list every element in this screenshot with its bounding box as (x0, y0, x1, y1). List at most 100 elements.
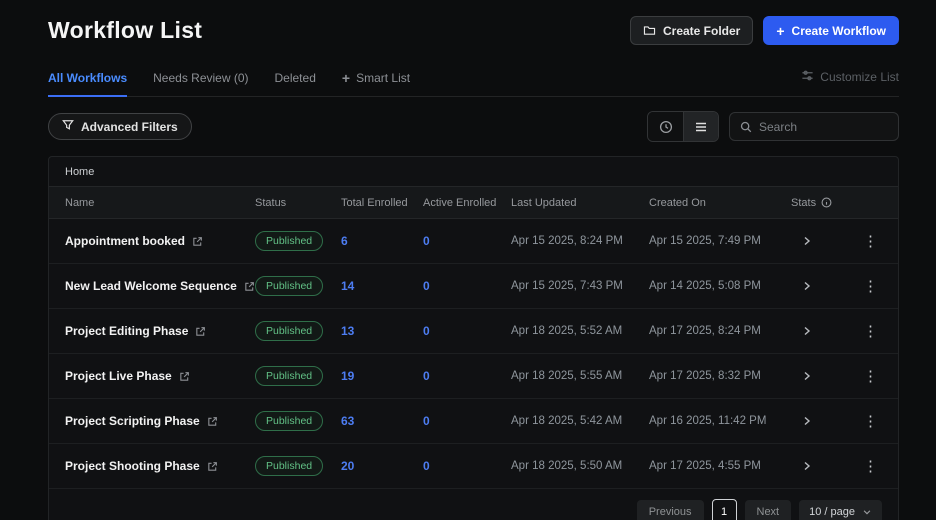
external-link-icon (207, 416, 218, 427)
total-enrolled-link[interactable]: 14 (341, 279, 423, 293)
workflow-name-link[interactable]: New Lead Welcome Sequence (65, 279, 255, 293)
active-enrolled-link[interactable]: 0 (423, 279, 511, 293)
stats-expand-button[interactable] (791, 415, 813, 427)
workflow-list-page: Workflow List Create Folder + Create Wor… (0, 0, 936, 520)
row-menu-button[interactable]: ⋮ (859, 232, 882, 251)
list-view-button[interactable] (683, 112, 718, 141)
history-view-button[interactable] (648, 112, 683, 141)
active-enrolled-link[interactable]: 0 (423, 459, 511, 473)
column-header-last-updated[interactable]: Last Updated (511, 197, 649, 209)
tab-needs-review[interactable]: Needs Review (0) (153, 71, 248, 96)
table-row: Project Live Phase Published 19 0 Apr 18… (49, 354, 898, 399)
customize-columns-icon (801, 69, 814, 85)
tab-deleted[interactable]: Deleted (275, 71, 316, 96)
column-header-total-enrolled[interactable]: Total Enrolled (341, 197, 423, 209)
kebab-icon: ⋮ (863, 458, 878, 475)
workflow-name-label: Project Scripting Phase (65, 414, 200, 428)
top-bar: Workflow List Create Folder + Create Wor… (48, 16, 899, 45)
status-cell: Published (255, 231, 341, 251)
chevron-down-icon (862, 507, 872, 517)
stats-expand-button[interactable] (791, 280, 813, 292)
active-enrolled-link[interactable]: 0 (423, 234, 511, 248)
active-enrolled-link[interactable]: 0 (423, 414, 511, 428)
column-header-status[interactable]: Status (255, 197, 341, 209)
last-updated-value: Apr 18 2025, 5:55 AM (511, 370, 649, 382)
total-enrolled-link[interactable]: 63 (341, 414, 423, 428)
last-updated-value: Apr 15 2025, 8:24 PM (511, 235, 649, 247)
create-workflow-button[interactable]: + Create Workflow (763, 16, 899, 45)
last-updated-value: Apr 18 2025, 5:50 AM (511, 460, 649, 472)
previous-page-button[interactable]: Previous (637, 500, 704, 520)
workflow-name-link[interactable]: Project Scripting Phase (65, 414, 255, 428)
row-menu-button[interactable]: ⋮ (859, 457, 882, 476)
chevron-right-icon (801, 460, 813, 472)
total-enrolled-link[interactable]: 13 (341, 324, 423, 338)
column-header-active-enrolled[interactable]: Active Enrolled (423, 197, 511, 209)
row-menu-button[interactable]: ⋮ (859, 277, 882, 296)
breadcrumb[interactable]: Home (49, 157, 898, 186)
filter-right-group (647, 111, 899, 142)
stats-expand-button[interactable] (791, 325, 813, 337)
active-enrolled-link[interactable]: 0 (423, 369, 511, 383)
external-link-icon (192, 236, 203, 247)
column-header-created-on[interactable]: Created On (649, 197, 791, 209)
total-enrolled-link[interactable]: 6 (341, 234, 423, 248)
next-page-button[interactable]: Next (745, 500, 792, 520)
total-enrolled-link[interactable]: 19 (341, 369, 423, 383)
last-updated-value: Apr 15 2025, 7:43 PM (511, 280, 649, 292)
status-badge: Published (255, 321, 323, 341)
smart-list-label: Smart List (356, 71, 410, 85)
status-cell: Published (255, 366, 341, 386)
workflow-name-link[interactable]: Project Editing Phase (65, 324, 255, 338)
stats-expand-button[interactable] (791, 370, 813, 382)
chevron-right-icon (801, 415, 813, 427)
workflow-table-card: Home Name Status Total Enrolled Active E… (48, 156, 899, 520)
total-enrolled-link[interactable]: 20 (341, 459, 423, 473)
info-icon (821, 197, 832, 208)
stats-expand-button[interactable] (791, 460, 813, 472)
external-link-icon (207, 461, 218, 472)
create-folder-button[interactable]: Create Folder (630, 16, 753, 45)
active-enrolled-link[interactable]: 0 (423, 324, 511, 338)
plus-icon: + (776, 24, 784, 38)
list-icon (694, 120, 708, 134)
table-row: Appointment booked Published 6 0 Apr 15 … (49, 219, 898, 264)
create-folder-label: Create Folder (663, 24, 740, 38)
created-on-value: Apr 14 2025, 5:08 PM (649, 280, 791, 292)
customize-list-label: Customize List (820, 70, 899, 84)
search-box (729, 112, 899, 141)
status-cell: Published (255, 276, 341, 296)
smart-list-button[interactable]: + Smart List (342, 71, 410, 96)
workflow-name-label: Project Shooting Phase (65, 459, 200, 473)
workflow-name-label: Project Live Phase (65, 369, 172, 383)
workflow-name-link[interactable]: Project Live Phase (65, 369, 255, 383)
status-cell: Published (255, 411, 341, 431)
advanced-filters-button[interactable]: Advanced Filters (48, 113, 192, 140)
search-input[interactable] (759, 120, 888, 134)
top-bar-actions: Create Folder + Create Workflow (630, 16, 899, 45)
chevron-right-icon (801, 235, 813, 247)
page-number-button[interactable]: 1 (712, 499, 737, 520)
last-updated-value: Apr 18 2025, 5:42 AM (511, 415, 649, 427)
page-size-select[interactable]: 10 / page (799, 500, 882, 520)
stats-expand-button[interactable] (791, 235, 813, 247)
column-header-name[interactable]: Name (65, 197, 255, 209)
row-menu-button[interactable]: ⋮ (859, 412, 882, 431)
last-updated-value: Apr 18 2025, 5:52 AM (511, 325, 649, 337)
page-title: Workflow List (48, 17, 202, 44)
customize-list-button[interactable]: Customize List (801, 69, 899, 96)
row-menu-button[interactable]: ⋮ (859, 322, 882, 341)
workflow-name-link[interactable]: Project Shooting Phase (65, 459, 255, 473)
workflow-name-link[interactable]: Appointment booked (65, 234, 255, 248)
column-header-stats[interactable]: Stats (791, 197, 847, 209)
table-header-row: Name Status Total Enrolled Active Enroll… (49, 186, 898, 219)
kebab-icon: ⋮ (863, 233, 878, 250)
chevron-right-icon (801, 370, 813, 382)
workflow-name-label: Appointment booked (65, 234, 185, 248)
external-link-icon (179, 371, 190, 382)
stats-header-label: Stats (791, 197, 816, 209)
filter-row: Advanced Filters (48, 111, 899, 142)
status-cell: Published (255, 456, 341, 476)
row-menu-button[interactable]: ⋮ (859, 367, 882, 386)
tab-all-workflows[interactable]: All Workflows (48, 71, 127, 96)
